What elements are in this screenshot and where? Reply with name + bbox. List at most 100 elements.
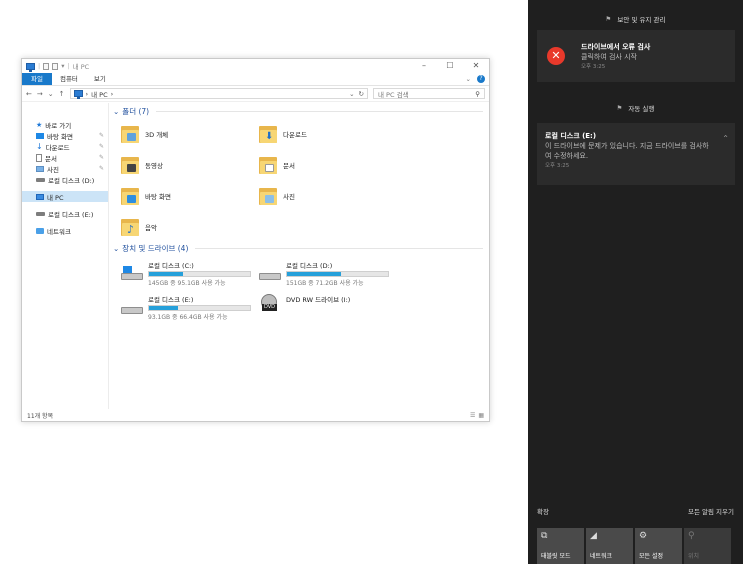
breadcrumb[interactable]: 내 PC (91, 89, 108, 99)
forward-arrow-icon[interactable]: → (37, 90, 43, 98)
help-icon[interactable]: ? (477, 75, 485, 83)
desktop-icon (36, 132, 44, 139)
search-input[interactable]: 내 PC 검색 ⚲ (373, 88, 485, 99)
nav-item-documents[interactable]: 문서 ✎ (22, 152, 108, 163)
drive-icon (121, 300, 143, 322)
folder-documents[interactable]: 문서 (259, 149, 397, 180)
tab-computer[interactable]: 컴퓨터 (52, 73, 86, 85)
back-arrow-icon[interactable]: ← (26, 90, 32, 98)
system-drive-icon (121, 266, 143, 288)
quick-action-network[interactable]: ◢ 네트워크 (586, 528, 633, 564)
quick-action-location[interactable]: ⚲ 위치 (684, 528, 731, 564)
maximize-button[interactable]: ☐ (437, 59, 463, 73)
breadcrumb-separator-icon[interactable]: › (111, 90, 114, 98)
notification-body: 클릭하여 검사 시작 (581, 53, 637, 61)
up-arrow-icon[interactable]: ↑ (59, 90, 65, 98)
pc-icon (26, 62, 35, 72)
pictures-icon (36, 165, 44, 172)
nav-item-downloads[interactable]: ↓ 다운로드 ✎ (22, 141, 108, 152)
clear-all-notifications-link[interactable]: 모든 알림 지우기 (688, 506, 734, 516)
section-header-autoplay: ⚑ 자동 실행 (528, 103, 743, 113)
folder-label: 동영상 (145, 161, 163, 170)
folder-desktop[interactable]: 바탕 화면 (121, 180, 259, 211)
tile-label: 태블릿 모드 (541, 553, 571, 560)
location-icon: ⚲ (688, 531, 695, 541)
document-icon (36, 153, 42, 162)
quick-action-tablet-mode[interactable]: ⧉ 태블릿 모드 (537, 528, 584, 564)
search-placeholder: 내 PC 검색 (378, 90, 409, 99)
star-icon: ★ (36, 120, 43, 129)
item-count: 11개 항목 (27, 412, 54, 420)
drive-usage-bar (286, 271, 389, 277)
3d-objects-folder-icon (121, 124, 139, 144)
folder-pictures[interactable]: 사진 (259, 180, 397, 211)
refresh-icon[interactable]: ↻ (359, 90, 364, 98)
nav-label: 사진 (47, 165, 59, 174)
folder-label: 다운로드 (283, 130, 307, 139)
app-icon: ⚑ (616, 104, 623, 112)
documents-folder-icon (259, 155, 277, 175)
videos-folder-icon (121, 155, 139, 175)
properties-icon[interactable] (43, 62, 50, 70)
breadcrumb-separator-icon[interactable]: › (86, 90, 89, 98)
address-bar[interactable]: › 내 PC › ⌄ ↻ (69, 88, 368, 99)
notification-autoplay-drive[interactable]: ⌃ 로컬 디스크 (E:) 이 드라이브에 문제가 있습니다. 지금 드라이브를… (537, 123, 735, 185)
folder-3d-objects[interactable]: 3D 개체 (121, 118, 259, 149)
nav-item-drive-e[interactable]: 로컬 디스크 (E:) (22, 208, 108, 219)
notification-drive-error-check[interactable]: ✕ 드라이브에서 오류 검사 클릭하여 검사 시작 오후 3:25 (537, 30, 735, 82)
folder-videos[interactable]: 동영상 (121, 149, 259, 180)
title-bar: | ▾ | 내 PC – ☐ ✕ (22, 59, 489, 73)
close-button[interactable]: ✕ (463, 59, 489, 73)
drives-group-header[interactable]: ⌄ 장치 및 드라이브 (4) (113, 242, 489, 255)
tab-view[interactable]: 보기 (86, 73, 114, 85)
group-title: 장치 및 드라이브 (4) (122, 244, 189, 253)
folder-label: 3D 개체 (145, 130, 169, 139)
navigation-pane: ★ 바로 가기 바탕 화면 ✎ ↓ 다운로드 ✎ 문서 ✎ 사진 ✎ 로컬 디스… (22, 103, 109, 409)
minimize-button[interactable]: – (411, 59, 437, 73)
details-view-icon[interactable]: ☰ (470, 412, 475, 419)
nav-item-quick-access[interactable]: ★ 바로 가기 (22, 119, 108, 130)
folders-grid: 3D 개체 ⬇ 다운로드 동영상 문서 바탕 화면 사진 ♪ 음악 (113, 118, 489, 242)
expand-link[interactable]: 확장 (537, 506, 549, 516)
large-icons-view-icon[interactable]: ▦ (478, 412, 484, 419)
nav-item-network[interactable]: 네트워크 (22, 225, 108, 236)
chevron-up-icon[interactable]: ⌃ (722, 134, 729, 143)
folder-music[interactable]: ♪ 음악 (121, 211, 259, 242)
new-folder-icon[interactable] (52, 62, 59, 70)
drive-c[interactable]: 로컬 디스크 (C:) 145GB 중 95.1GB 사용 가능 (121, 258, 259, 292)
nav-label: 내 PC (47, 193, 64, 202)
dvd-drive-icon: DVD (259, 294, 281, 316)
folders-group-header[interactable]: ⌄ 폴더 (7) (113, 105, 489, 118)
dvd-drive[interactable]: DVD DVD RW 드라이브 (I:) (259, 292, 397, 326)
nav-label: 로컬 디스크 (D:) (48, 176, 95, 185)
nav-item-drive-d[interactable]: 로컬 디스크 (D:) (22, 174, 108, 185)
section-title: 자동 실행 (628, 105, 655, 113)
action-center-footer: 확장 모든 알림 지우기 (528, 506, 743, 516)
notification-body: 이 드라이브에 문제가 있습니다. 지금 드라이브를 검사하여 수정하세요. (545, 142, 709, 160)
address-dropdown-icon[interactable]: ⌄ (349, 90, 354, 98)
pin-icon: ✎ (98, 165, 104, 172)
chevron-down-icon[interactable]: ⌄ (113, 244, 119, 253)
quick-action-all-settings[interactable]: ⚙ 모든 설정 (635, 528, 682, 564)
ribbon-expand-icon[interactable]: ⌄ (466, 75, 471, 83)
recent-locations-icon[interactable]: ⌄ (48, 90, 54, 98)
drives-grid: 로컬 디스크 (C:) 145GB 중 95.1GB 사용 가능 로컬 디스크 … (113, 258, 489, 326)
quick-access-dropdown-icon[interactable]: ▾ (61, 62, 64, 70)
folder-downloads[interactable]: ⬇ 다운로드 (259, 118, 397, 149)
drive-icon (36, 211, 45, 216)
nav-item-this-pc[interactable]: 내 PC (22, 191, 108, 202)
notification-title: 드라이브에서 오류 검사 (581, 43, 651, 51)
notification-time: 오후 3:25 (545, 163, 570, 169)
folder-label: 문서 (283, 161, 295, 170)
settings-icon: ⚙ (639, 531, 648, 541)
drive-label: 로컬 디스크 (C:) (148, 262, 194, 270)
drive-d[interactable]: 로컬 디스크 (D:) 151GB 중 71.2GB 사용 가능 (259, 258, 397, 292)
drive-label: 로컬 디스크 (D:) (286, 262, 333, 270)
nav-item-pictures[interactable]: 사진 ✎ (22, 163, 108, 174)
nav-item-desktop[interactable]: 바탕 화면 ✎ (22, 130, 108, 141)
search-icon[interactable]: ⚲ (475, 90, 480, 98)
drive-e[interactable]: 로컬 디스크 (E:) 93.1GB 중 66.4GB 사용 가능 (121, 292, 259, 326)
chevron-down-icon[interactable]: ⌄ (113, 107, 119, 116)
tab-file[interactable]: 파일 (22, 73, 52, 85)
nav-label: 바로 가기 (45, 121, 72, 130)
